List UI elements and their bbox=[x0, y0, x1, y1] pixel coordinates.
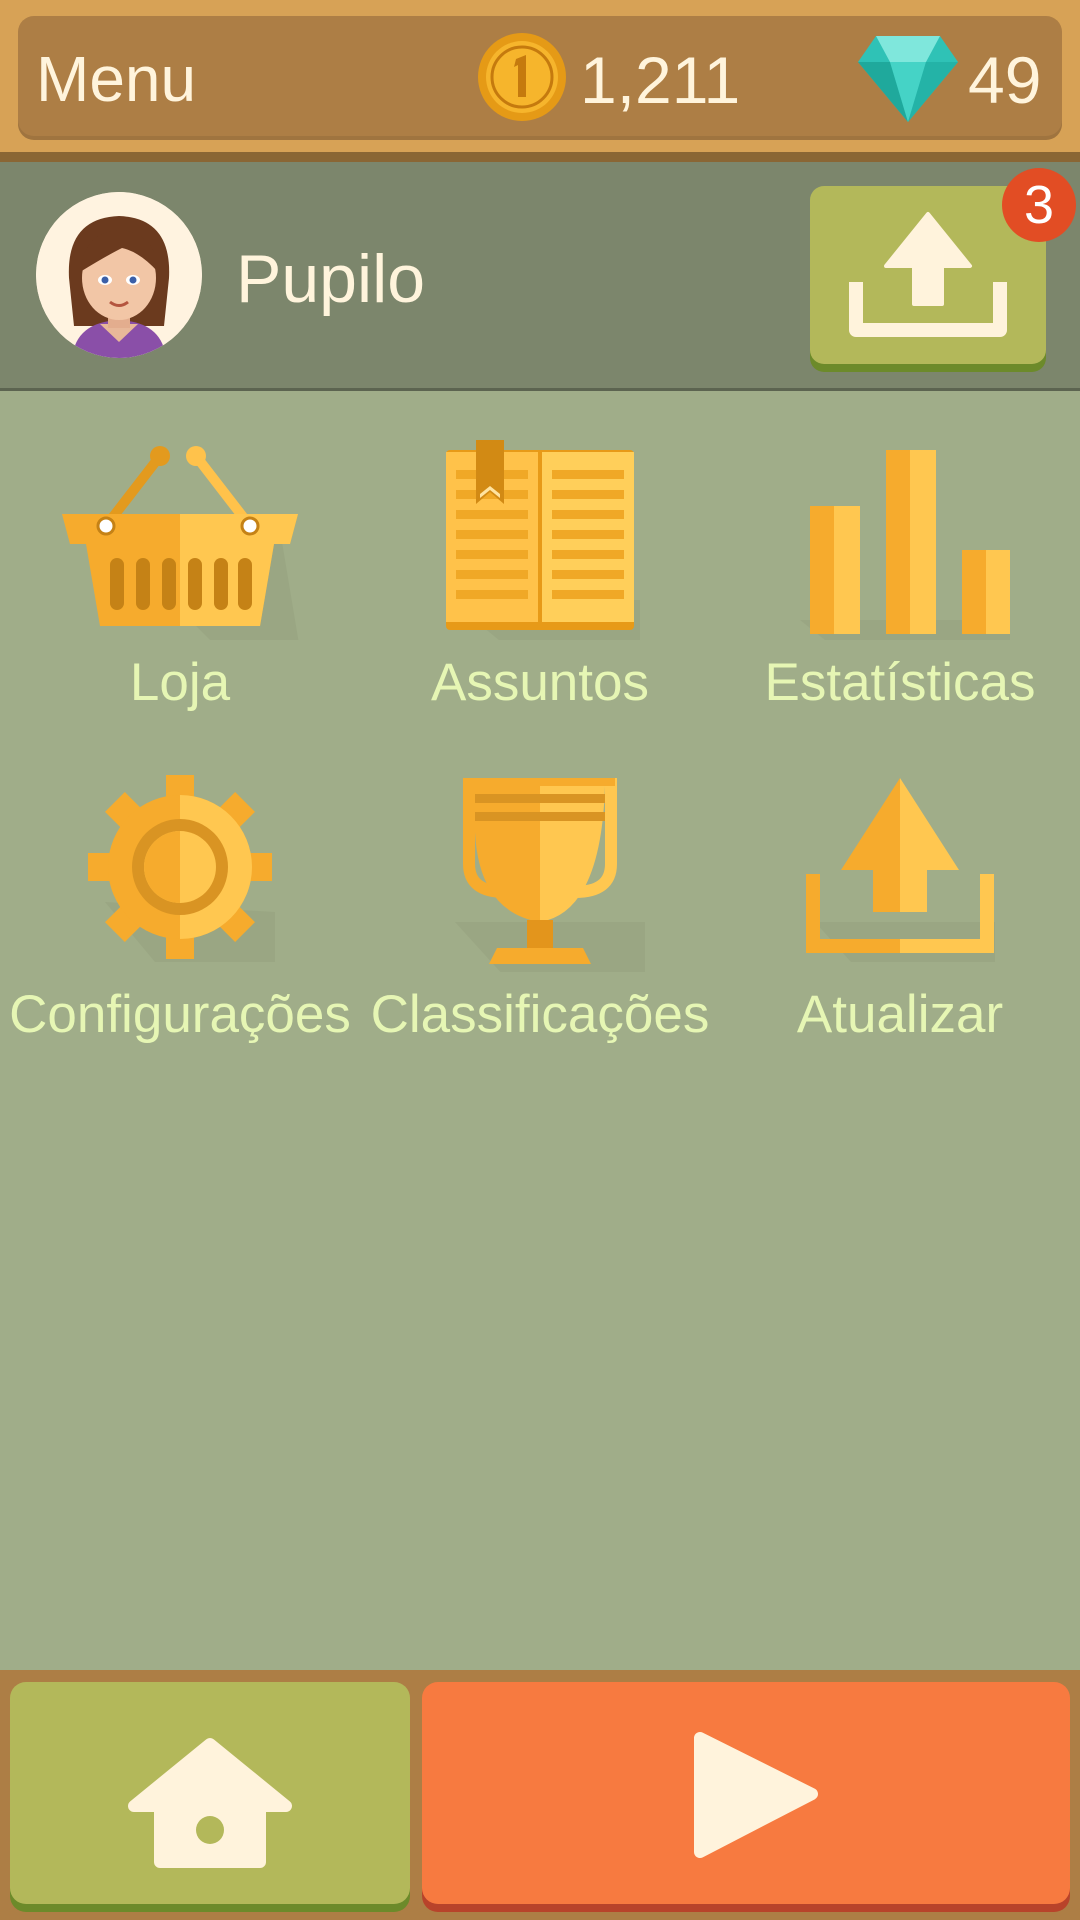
menu-item-label: Assuntos bbox=[430, 653, 649, 712]
basket-icon bbox=[62, 446, 299, 640]
play-button[interactable] bbox=[422, 1682, 1070, 1904]
notification-badge: 3 bbox=[1002, 168, 1076, 242]
username: Pupilo bbox=[236, 241, 426, 317]
menu-item-atualizar[interactable]: Atualizar bbox=[720, 762, 1080, 1062]
top-bar-divider bbox=[0, 152, 1080, 162]
menu-item-estatisticas[interactable]: Estatísticas bbox=[720, 430, 1080, 730]
bottom-bar bbox=[0, 1670, 1080, 1920]
menu-item-loja[interactable]: Loja bbox=[0, 430, 360, 730]
book-icon bbox=[446, 440, 640, 640]
upload-icon bbox=[806, 778, 995, 962]
bar-chart-icon bbox=[800, 450, 1010, 640]
diamond-icon bbox=[858, 36, 958, 122]
page-title: Menu bbox=[36, 43, 197, 115]
menu-item-label: Estatísticas bbox=[764, 653, 1036, 712]
gem-count: 49 bbox=[968, 43, 1042, 117]
profile-bar: Pupilo 3 bbox=[0, 162, 1080, 391]
home-button[interactable] bbox=[10, 1682, 410, 1904]
menu-item-label: Classificações bbox=[370, 985, 710, 1044]
menu-item-label: Configurações bbox=[9, 985, 351, 1044]
play-icon bbox=[694, 1732, 818, 1858]
coin-icon bbox=[478, 33, 566, 121]
menu-item-assuntos[interactable]: Assuntos bbox=[360, 430, 720, 730]
menu-item-configuracoes[interactable]: Configurações bbox=[0, 762, 360, 1062]
home-icon bbox=[128, 1738, 292, 1868]
menu-item-label: Loja bbox=[129, 653, 231, 712]
menu-item-label: Atualizar bbox=[796, 985, 1004, 1044]
menu-item-classificacoes[interactable]: Classificações bbox=[360, 762, 720, 1062]
coin-count: 1,211 bbox=[580, 43, 741, 117]
top-bar: Menu 1,211 49 bbox=[0, 0, 1080, 162]
avatar[interactable] bbox=[36, 192, 202, 358]
user-avatar-icon bbox=[36, 192, 202, 358]
trophy-icon bbox=[455, 778, 645, 972]
top-bar-panel: Menu 1,211 49 bbox=[18, 16, 1062, 140]
gear-icon bbox=[88, 775, 275, 962]
